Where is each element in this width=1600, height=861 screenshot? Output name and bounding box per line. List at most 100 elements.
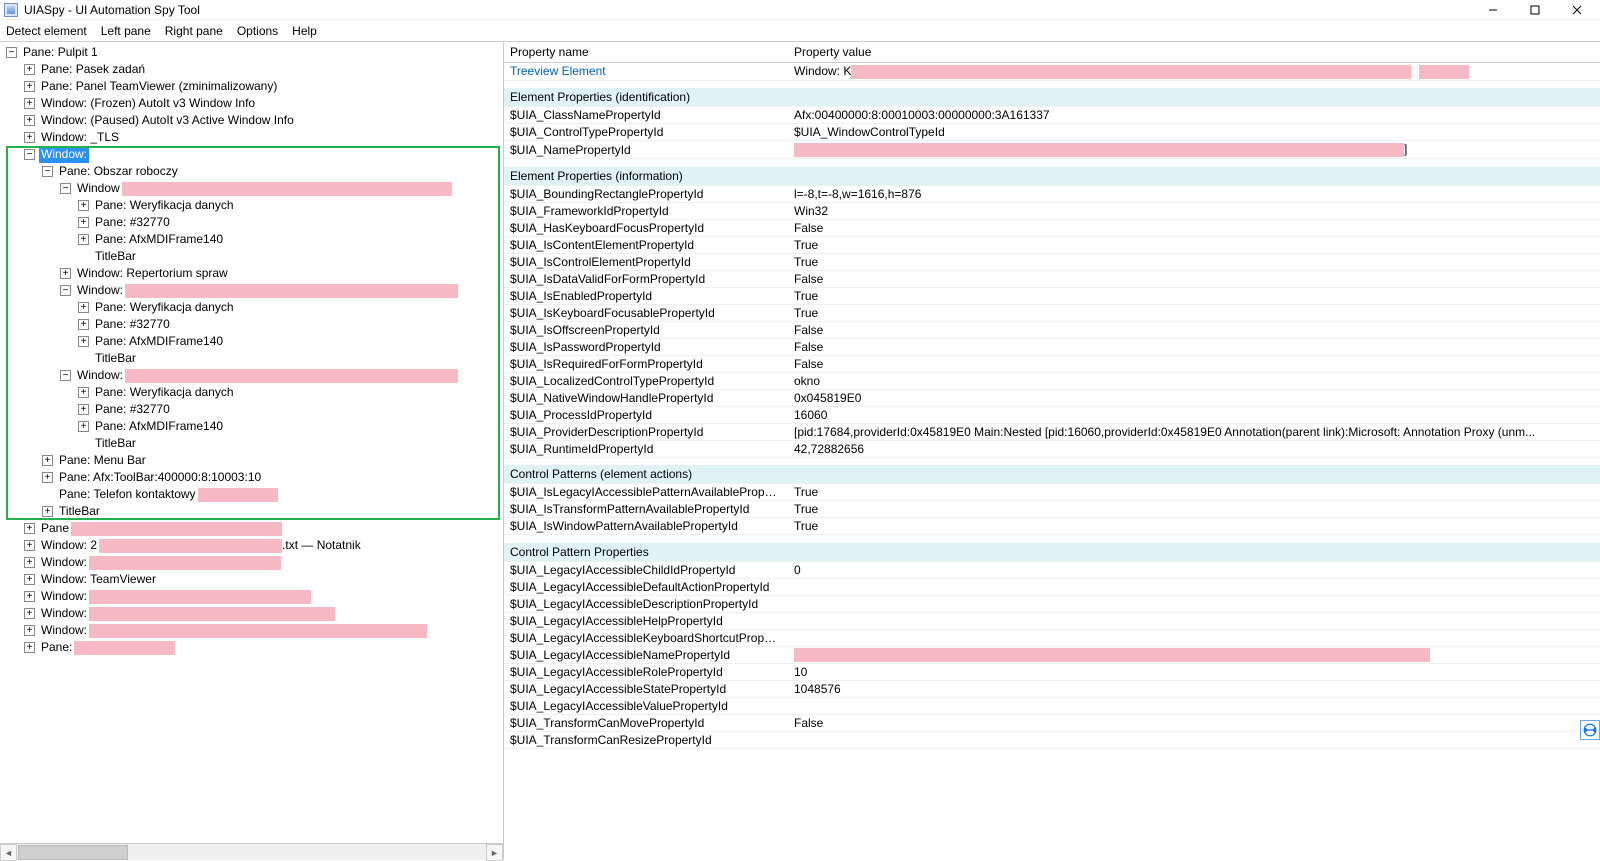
tree-node-label[interactable]: Window: [39, 605, 89, 622]
property-row[interactable]: $UIA_IsContentElementPropertyIdTrue [504, 236, 1600, 253]
expand-icon[interactable]: + [42, 506, 53, 517]
property-row[interactable]: $UIA_ControlTypePropertyId$UIA_WindowCon… [504, 124, 1600, 141]
property-row[interactable]: $UIA_TransformCanMovePropertyIdFalse [504, 715, 1600, 732]
property-row[interactable]: $UIA_ProviderDescriptionPropertyId[pid:1… [504, 423, 1600, 440]
tree-node-label[interactable]: Window: [75, 282, 125, 299]
collapse-icon[interactable]: − [42, 166, 53, 177]
property-row[interactable]: $UIA_IsRequiredForFormPropertyIdFalse [504, 355, 1600, 372]
tree-row[interactable]: +Pane: [2, 639, 501, 656]
tree-node-label[interactable]: Pane: Panel TeamViewer (zminimalizowany) [39, 78, 279, 95]
tree-row[interactable]: + Pane: AfxMDIFrame140 [2, 333, 501, 350]
tree-row[interactable]: + Pane: AfxMDIFrame140 [2, 231, 501, 248]
tree-node-label[interactable]: TitleBar [93, 248, 138, 265]
tree-row[interactable]: + Pane: Weryfikacja danych [2, 197, 501, 214]
property-row[interactable]: $UIA_IsOffscreenPropertyIdFalse [504, 321, 1600, 338]
tree-node-label[interactable]: Window: [39, 554, 89, 571]
property-row[interactable]: $UIA_IsKeyboardFocusablePropertyIdTrue [504, 304, 1600, 321]
tree-row[interactable]: −Window [2, 180, 501, 197]
tree-node-label[interactable]: Pane: Obszar roboczy [57, 163, 180, 180]
tree-node-label[interactable]: Pane: Pasek zadań [39, 61, 147, 78]
expand-icon[interactable]: + [24, 574, 35, 585]
expand-icon[interactable]: + [24, 540, 35, 551]
tree-node-label[interactable]: Pane: AfxMDIFrame140 [93, 333, 225, 350]
property-row[interactable]: $UIA_IsTransformPatternAvailableProperty… [504, 501, 1600, 518]
tree-node-label[interactable]: Pane: AfxMDIFrame140 [93, 231, 225, 248]
close-button[interactable] [1558, 0, 1596, 20]
collapse-icon[interactable]: − [6, 47, 17, 58]
tree-row[interactable]: + Window: [2, 554, 501, 571]
tree-row[interactable]: +Pane: AfxMDIFrame140 [2, 418, 501, 435]
expand-icon[interactable]: + [42, 455, 53, 466]
tree-node-label[interactable]: Window: TeamViewer [39, 571, 158, 588]
collapse-icon[interactable]: − [60, 183, 71, 194]
expand-icon[interactable]: + [24, 64, 35, 75]
tree-row[interactable]: +Window: [2, 605, 501, 622]
expand-icon[interactable]: + [24, 591, 35, 602]
property-row[interactable]: $UIA_LegacyIAccessibleRolePropertyId10 [504, 664, 1600, 681]
tree-node-label[interactable]: Window: (Paused) AutoIt v3 Active Window… [39, 112, 296, 129]
tree-row[interactable]: +Window: 2.txt — Notatnik [2, 537, 501, 554]
property-row[interactable]: $UIA_LocalizedControlTypePropertyIdokno [504, 372, 1600, 389]
tree-node-label[interactable]: TitleBar [93, 435, 138, 452]
tree-row[interactable]: −Window: [2, 146, 501, 163]
property-row[interactable]: $UIA_LegacyIAccessibleDefaultActionPrope… [504, 578, 1600, 595]
property-row[interactable]: $UIA_LegacyIAccessibleNamePropertyId [504, 646, 1600, 664]
property-row[interactable]: $UIA_LegacyIAccessibleKeyboardShortcutPr… [504, 629, 1600, 646]
tree-node-label[interactable]: Window [75, 180, 122, 197]
expand-icon[interactable]: + [78, 404, 89, 415]
expand-icon[interactable]: + [78, 336, 89, 347]
expand-icon[interactable]: + [24, 132, 35, 143]
tree-node-label[interactable]: Window: 2 [39, 537, 99, 554]
property-row[interactable]: $UIA_ProcessIdPropertyId16060 [504, 406, 1600, 423]
tree-row[interactable]: + Window: TeamViewer [2, 571, 501, 588]
property-row[interactable]: $UIA_LegacyIAccessibleDescriptionPropert… [504, 595, 1600, 612]
property-row[interactable]: $UIA_RuntimeIdPropertyId42,72882656 [504, 440, 1600, 457]
tree-row[interactable]: TitleBar [2, 350, 501, 367]
tree-row[interactable]: +TitleBar [2, 503, 501, 520]
property-row[interactable]: $UIA_IsDataValidForFormPropertyIdFalse [504, 270, 1600, 287]
expand-icon[interactable]: + [24, 642, 35, 653]
tree-node-label[interactable]: Pane: Weryfikacja danych [93, 197, 236, 214]
expand-icon[interactable]: + [24, 557, 35, 568]
tree-node-label[interactable]: Window: _TLS [39, 129, 121, 146]
menu-item-options[interactable]: Options [237, 24, 278, 38]
tree-row[interactable]: −Window: [2, 282, 501, 299]
expand-icon[interactable]: + [78, 234, 89, 245]
treeview-element-row[interactable]: Treeview ElementWindow: K [504, 63, 1600, 81]
property-row[interactable]: $UIA_FrameworkIdPropertyIdWin32 [504, 202, 1600, 219]
expand-icon[interactable]: + [78, 217, 89, 228]
expand-icon[interactable]: + [24, 98, 35, 109]
expand-icon[interactable]: + [78, 319, 89, 330]
tree-row[interactable]: +Window: [2, 588, 501, 605]
tree-node-label[interactable]: Pane: Afx:ToolBar:400000:8:10003:10 [57, 469, 263, 486]
tree-row[interactable]: +Pane: Weryfikacja danych [2, 299, 501, 316]
menu-item-left-pane[interactable]: Left pane [101, 24, 151, 38]
tree-node-label[interactable]: Window: (Frozen) AutoIt v3 Window Info [39, 95, 257, 112]
property-row[interactable]: $UIA_ClassNamePropertyIdAfx:00400000:8:0… [504, 107, 1600, 124]
tree-node-label[interactable]: Pane: Pulpit 1 [21, 44, 100, 61]
scroll-left-button[interactable]: ◄ [0, 844, 17, 861]
tree-node-label[interactable]: Window: Repertorium spraw [75, 265, 230, 282]
tree-row[interactable]: +Pane [2, 520, 501, 537]
tree-row[interactable]: −Pane: Pulpit 1 [2, 44, 501, 61]
property-row[interactable]: $UIA_IsControlElementPropertyIdTrue [504, 253, 1600, 270]
tree-node-label[interactable]: TitleBar [93, 350, 138, 367]
tree-view[interactable]: −Pane: Pulpit 1+Pane: Pasek zadań+Pane: … [0, 42, 503, 843]
tree-row[interactable]: −Pane: Obszar roboczy [2, 163, 501, 180]
tree-row[interactable]: +Pane: Weryfikacja danych [2, 384, 501, 401]
expand-icon[interactable]: + [78, 421, 89, 432]
tree-node-label[interactable]: Window: [75, 367, 125, 384]
property-row[interactable]: $UIA_IsWindowPatternAvailablePropertyIdT… [504, 518, 1600, 535]
collapse-icon[interactable]: − [60, 370, 71, 381]
tree-node-label[interactable]: Pane [39, 520, 71, 537]
expand-icon[interactable]: + [78, 200, 89, 211]
expand-icon[interactable]: + [42, 472, 53, 483]
tree-row[interactable]: + Pane: Afx:ToolBar:400000:8:10003:10 [2, 469, 501, 486]
tree-row[interactable]: Pane: Telefon kontaktowy [2, 486, 501, 503]
expand-icon[interactable]: + [60, 268, 71, 279]
menu-item-detect-element[interactable]: Detect element [6, 24, 87, 38]
property-row[interactable]: $UIA_BoundingRectanglePropertyIdl=-8,t=-… [504, 185, 1600, 202]
tree-row[interactable]: +Pane: Menu Bar [2, 452, 501, 469]
maximize-button[interactable] [1516, 0, 1554, 20]
tree-row[interactable]: +Pane: #32770 [2, 214, 501, 231]
